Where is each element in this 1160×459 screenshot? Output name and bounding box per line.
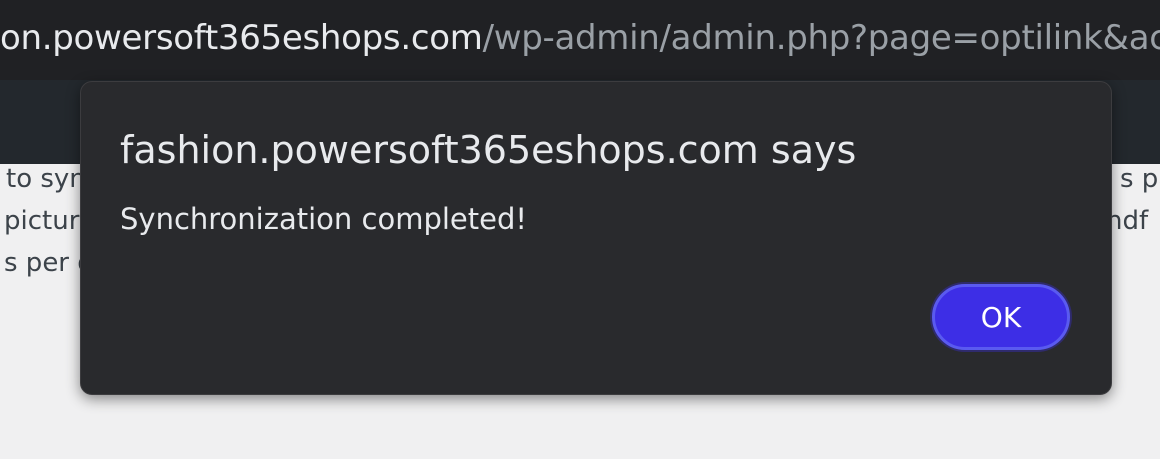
page-text-line: to syn	[6, 164, 86, 194]
ok-button[interactable]: OK	[932, 284, 1070, 350]
dialog-title: fashion.powersoft365eshops.com says	[120, 128, 857, 172]
address-bar[interactable]: on.powersoft365eshops.com/wp-admin/admin…	[0, 0, 1160, 80]
url-host: on.powersoft365eshops.com	[0, 18, 483, 58]
dialog-message: Synchronization completed!	[120, 202, 527, 236]
page-text-line: s pa	[1120, 164, 1160, 194]
url-text[interactable]: on.powersoft365eshops.com/wp-admin/admin…	[0, 18, 1160, 58]
browser-viewport: on.powersoft365eshops.com/wp-admin/admin…	[0, 0, 1160, 459]
page-text-line: ndf	[1106, 206, 1149, 236]
alert-dialog: fashion.powersoft365eshops.com says Sync…	[80, 81, 1112, 395]
url-path: /wp-admin/admin.php?page=optilink&action…	[482, 18, 1160, 58]
